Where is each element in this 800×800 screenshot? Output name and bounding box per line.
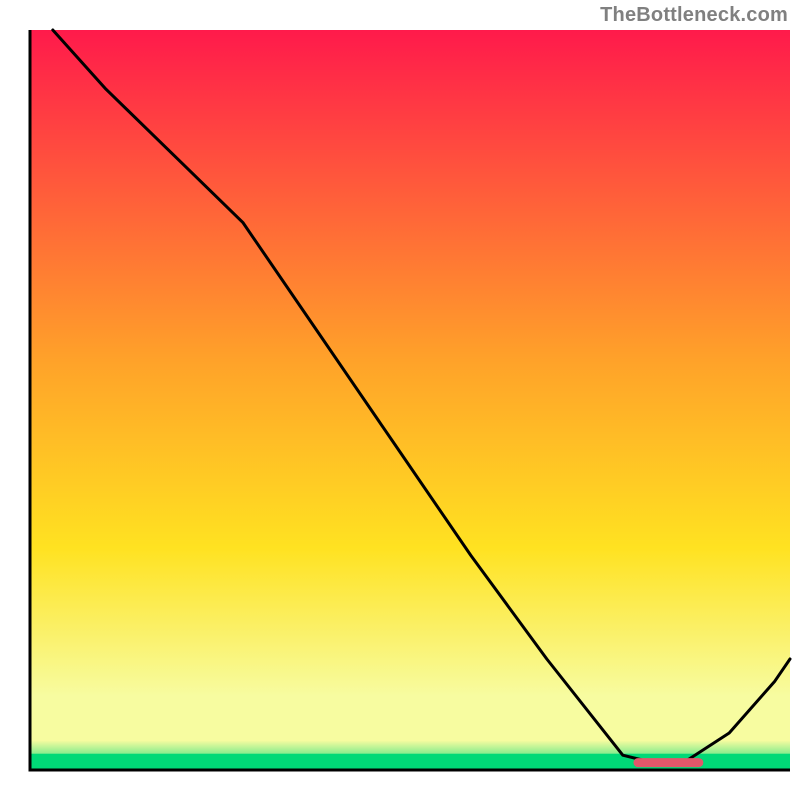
attribution-text: TheBottleneck.com (600, 4, 788, 27)
plot-background (30, 30, 790, 770)
bottleneck-chart (0, 0, 800, 800)
